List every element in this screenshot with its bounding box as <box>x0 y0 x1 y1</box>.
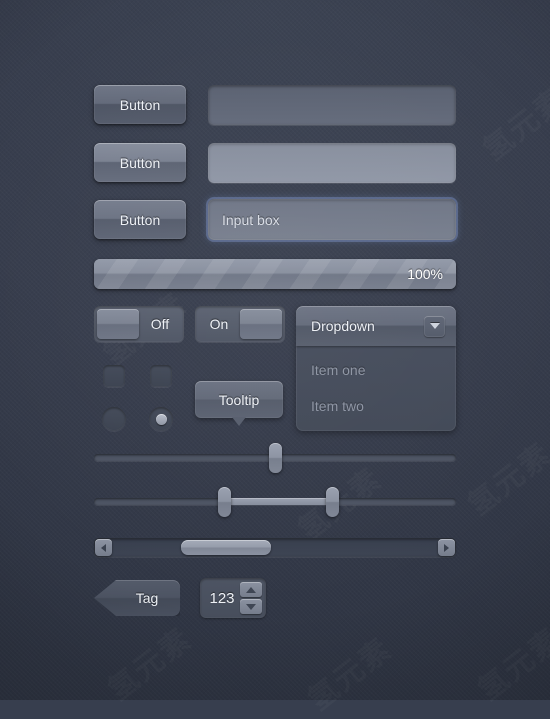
input-focused[interactable]: Input box <box>208 199 456 240</box>
dropdown-item-two[interactable]: Item two <box>296 388 456 424</box>
slider-range-handle-high[interactable] <box>326 487 340 517</box>
watermark: 氢元素 <box>97 615 200 709</box>
input-hover[interactable] <box>208 143 456 183</box>
checkbox-1[interactable] <box>103 365 125 387</box>
caret-left-glyph <box>101 543 106 552</box>
scrollbar-thumb[interactable] <box>180 540 272 555</box>
caret-up-glyph <box>246 586 256 593</box>
watermark: 氢元素 <box>472 75 550 169</box>
toggle-on[interactable]: On <box>195 306 285 342</box>
dropdown[interactable]: Dropdown Item one Item two <box>296 306 456 431</box>
watermark: 氢元素 <box>467 615 550 709</box>
number-spinner[interactable]: 123 <box>200 578 266 618</box>
horizontal-scrollbar[interactable] <box>94 538 456 557</box>
caret-down-glyph <box>246 603 256 610</box>
dropdown-selected-label: Dropdown <box>311 318 375 334</box>
caret-right-glyph <box>444 543 449 552</box>
tag[interactable]: Tag <box>94 580 180 616</box>
toggle-label-on: On <box>209 316 229 332</box>
caret-down-icon[interactable] <box>240 599 262 614</box>
ui-kit-canvas: 氢元素 氢元素 氢元素 氢元素 氢元素 氢元素 氢元素 Button Butto… <box>0 0 550 700</box>
spinner-buttons <box>240 582 262 614</box>
watermark: 氢元素 <box>297 625 400 719</box>
caret-right-icon[interactable] <box>438 539 455 556</box>
toggle-off[interactable]: Off <box>94 306 184 342</box>
input-normal[interactable] <box>208 85 456 125</box>
toggle-label-off: Off <box>150 316 170 332</box>
progress-bar: 100% <box>94 259 456 289</box>
spinner-value[interactable]: 123 <box>204 582 240 614</box>
tooltip-tail <box>232 417 246 426</box>
tooltip: Tooltip <box>195 381 283 426</box>
button-normal[interactable]: Button <box>94 85 186 124</box>
chevron-down-icon[interactable] <box>424 315 445 337</box>
slider-single-track[interactable] <box>94 443 456 473</box>
dropdown-item-one[interactable]: Item one <box>296 352 456 388</box>
tooltip-label: Tooltip <box>218 391 260 408</box>
slider-range-fill <box>224 498 333 505</box>
slider-range-handle-low[interactable] <box>217 487 231 517</box>
progress-fill <box>94 259 456 289</box>
caret-left-icon[interactable] <box>95 539 112 556</box>
slider-single-handle[interactable] <box>268 443 282 473</box>
radio-2-selected[interactable] <box>149 407 173 431</box>
toggle-knob[interactable] <box>97 309 139 339</box>
checkbox-2[interactable] <box>150 365 172 387</box>
chevron-down-glyph <box>429 323 440 329</box>
button-active[interactable]: Button <box>94 200 186 239</box>
radio-1[interactable] <box>102 407 126 431</box>
caret-up-icon[interactable] <box>240 582 262 597</box>
slider-range-track[interactable] <box>94 487 456 517</box>
progress-label: 100% <box>407 266 443 282</box>
button-hover[interactable]: Button <box>94 143 186 182</box>
toggle-knob[interactable] <box>240 309 282 339</box>
watermark: 氢元素 <box>457 430 550 524</box>
dropdown-header[interactable]: Dropdown <box>296 306 456 346</box>
